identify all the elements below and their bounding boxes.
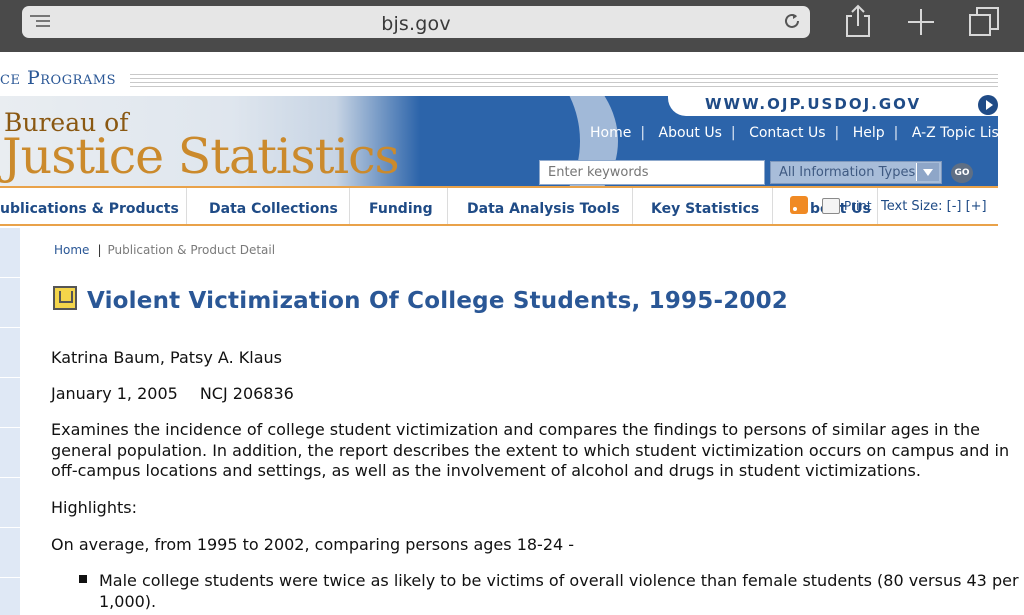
highlights-label: Highlights: [51, 498, 137, 517]
top-links: Home | About Us | Contact Us | Help | A-Z To… [590, 125, 1005, 141]
go-button[interactable]: GO [951, 163, 973, 183]
print-link[interactable]: Print [844, 199, 872, 213]
url-text[interactable]: bjs.gov [22, 13, 810, 35]
share-icon[interactable] [844, 4, 872, 38]
abstract: Examines the incidence of college studen… [51, 420, 1010, 480]
nav-data-collections[interactable]: Data Collections [209, 188, 338, 224]
menu-icon[interactable] [30, 15, 50, 29]
search-input[interactable] [539, 160, 765, 185]
new-tab-icon[interactable] [907, 8, 935, 36]
highlight-item: Male college students were twice as like… [99, 571, 1019, 611]
address-bar[interactable]: bjs.gov [22, 6, 810, 38]
browser-toolbar: bjs.gov [0, 0, 1024, 52]
ncj-number: NCJ 206836 [199, 384, 294, 403]
header-rules [130, 74, 998, 90]
book-icon [53, 286, 77, 310]
top-link-about[interactable]: About Us [659, 125, 722, 141]
arrow-right-icon[interactable] [978, 95, 998, 115]
tabs-icon[interactable] [968, 6, 1000, 38]
rss-icon[interactable] [790, 196, 808, 214]
bjs-logo-line2[interactable]: Justice Statistics [2, 128, 400, 185]
nav-data-analysis-tools[interactable]: Data Analysis Tools [467, 188, 620, 224]
breadcrumb-current: Publication & Product Detail [107, 243, 276, 257]
chevron-down-icon[interactable] [916, 163, 939, 181]
publication-date: January 1, 2005 [51, 384, 178, 403]
nav-funding[interactable]: Funding [369, 188, 433, 224]
print-icon[interactable] [822, 198, 840, 214]
page-title: Violent Victimization Of College Student… [87, 288, 789, 314]
authors: Katrina Baum, Patsy A. Klaus [51, 348, 282, 367]
publication-dateline: January 1, 2005 NCJ 206836 [51, 384, 294, 403]
breadcrumb-home[interactable]: Home [54, 243, 89, 257]
top-link-contact[interactable]: Contact Us [749, 125, 825, 141]
breadcrumb: Home | Publication & Product Detail [54, 243, 276, 257]
nav-key-statistics[interactable]: Key Statistics [651, 188, 759, 224]
top-link-az[interactable]: A-Z Topic List [912, 125, 1005, 141]
information-type-select[interactable]: All Information Types [770, 161, 942, 184]
text-size-control[interactable]: Text Size: [-] [+] [881, 199, 987, 214]
left-rail [0, 228, 20, 615]
reload-icon[interactable] [782, 11, 802, 31]
information-type-value: All Information Types [779, 165, 916, 180]
average-line: On average, from 1995 to 2002, comparing… [51, 535, 575, 554]
ojp-programs-text: ce Programs [0, 67, 116, 89]
top-link-help[interactable]: Help [853, 125, 885, 141]
top-link-home[interactable]: Home [590, 125, 631, 141]
nav-publications[interactable]: ublications & Products [0, 188, 179, 224]
bullet-icon [79, 575, 87, 583]
ojp-link[interactable]: WWW.OJP.USDOJ.GOV [705, 95, 921, 113]
